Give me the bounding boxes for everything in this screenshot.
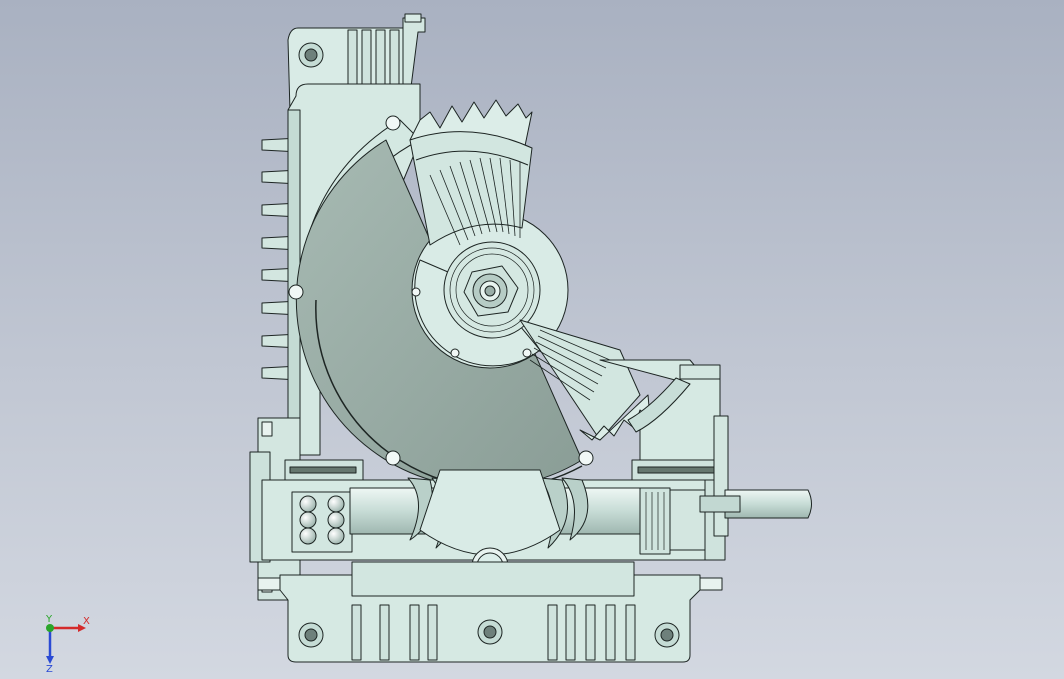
triad-label-x: X bbox=[83, 616, 90, 627]
right-bearing bbox=[639, 487, 671, 555]
orientation-triad: X Y Z bbox=[45, 614, 90, 675]
gearbox-section-model[interactable]: X Y Z bbox=[0, 0, 1064, 679]
triad-axis-y bbox=[46, 624, 54, 632]
triad-label-y: Y bbox=[45, 614, 53, 625]
triad-label-z: Z bbox=[46, 664, 53, 675]
cad-viewport[interactable]: X Y Z bbox=[0, 0, 1064, 679]
breather-plug bbox=[402, 17, 426, 96]
wheel-lower-boss bbox=[419, 469, 561, 556]
